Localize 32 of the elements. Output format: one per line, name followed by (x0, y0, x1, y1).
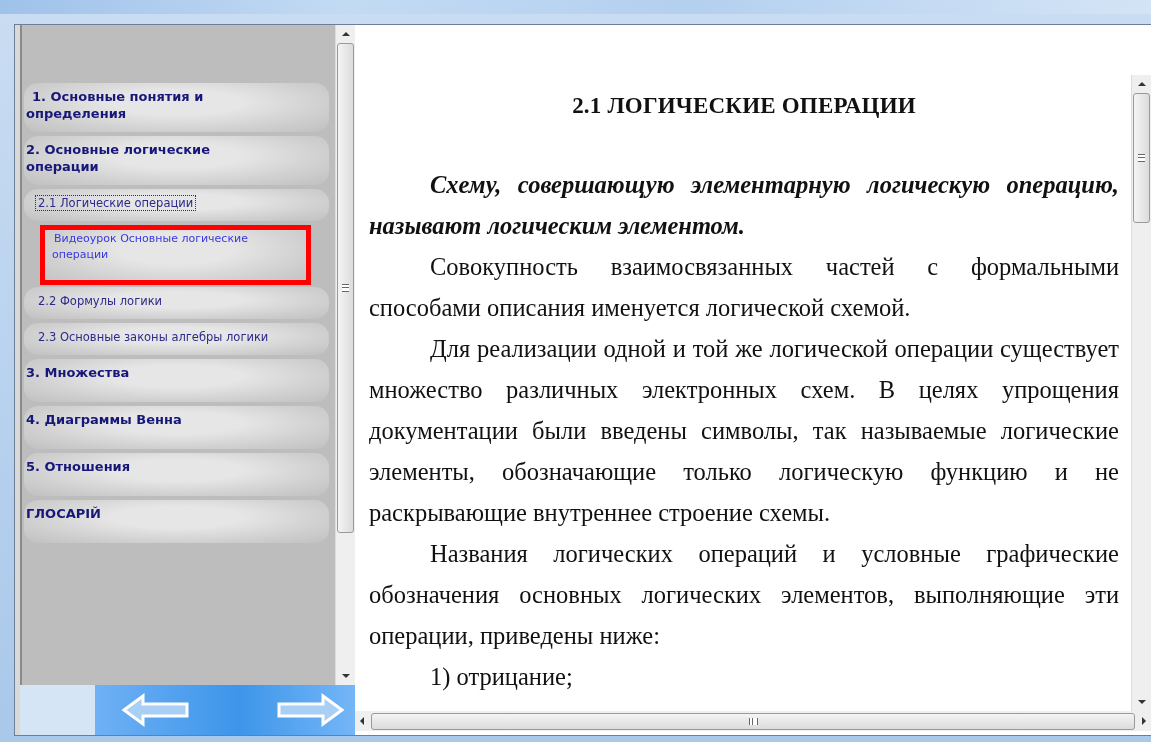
scroll-thumb[interactable] (1133, 93, 1150, 223)
sidebar-subitem-label: Видеоурок Основные логические операции (52, 232, 248, 261)
scroll-down-icon[interactable] (341, 673, 350, 679)
scroll-down-icon[interactable] (1137, 699, 1146, 705)
sidebar-subitem-label: 2.3 Основные законы алгебры логики (37, 330, 270, 344)
sidebar-item[interactable]: 4. Диаграммы Венна (24, 406, 329, 449)
sidebar-item[interactable]: 3. Множества (24, 359, 329, 402)
vertical-scrollbar[interactable] (1131, 75, 1151, 711)
scroll-up-icon[interactable] (341, 31, 350, 37)
paragraph: Для реализации одной и той же логической операции существует множество различных электронных схем. В целях упрощения документации были введены символы, так называемые логические элементы, обозначающие только логическую функцию и не раскрывающие внутреннее строение схемы. (369, 334, 1119, 528)
scroll-left-icon[interactable] (359, 717, 365, 725)
sidebar-item[interactable]: 1. Основные понятия и определения (24, 83, 329, 132)
paragraph: 1) отрицание; (429, 662, 574, 693)
back-arrow-icon[interactable] (121, 693, 191, 727)
sidebar-subitem[interactable]: 2.3 Основные законы алгебры логики (24, 323, 329, 355)
paragraph: Названия логических операций и условные графические обозначения основных логических элементов, выполняющие эти операции, приведены ниже: (369, 539, 1119, 651)
sidebar-subitem-label: 2.1 Логические операции (36, 196, 196, 210)
scroll-up-icon[interactable] (1137, 81, 1146, 87)
forward-arrow-icon[interactable] (275, 693, 345, 727)
page-heading: 2.1 ЛОГИЧЕСКИЕ ОПЕРАЦИИ (571, 93, 917, 119)
sidebar-subitem[interactable]: 2.2 Формулы логики (24, 287, 329, 319)
paragraph: Совокупность взаимосвязанных частей с формальными способами описания именуется логической схемой. (369, 252, 1119, 323)
sidebar-item[interactable]: 2. Основные логические операции (24, 136, 329, 185)
sidebar-subitem-label: 2.2 Формулы логики (37, 294, 164, 308)
scroll-thumb[interactable] (337, 43, 354, 533)
sidebar-subitem[interactable]: 2.1 Логические операции (24, 189, 329, 221)
sidebar-item[interactable]: 5. Отношения (24, 453, 329, 496)
paragraph: Схему, совершающую элементарную логическую операцию, называют логическим элементом. (369, 170, 1119, 241)
scroll-right-icon[interactable] (1141, 717, 1147, 725)
sidebar-item[interactable]: ГЛОСАРІЙ (24, 500, 329, 543)
vertical-scrollbar[interactable] (335, 25, 355, 685)
sidebar-subitem[interactable]: Видеоурок Основные логические операции (40, 225, 311, 285)
